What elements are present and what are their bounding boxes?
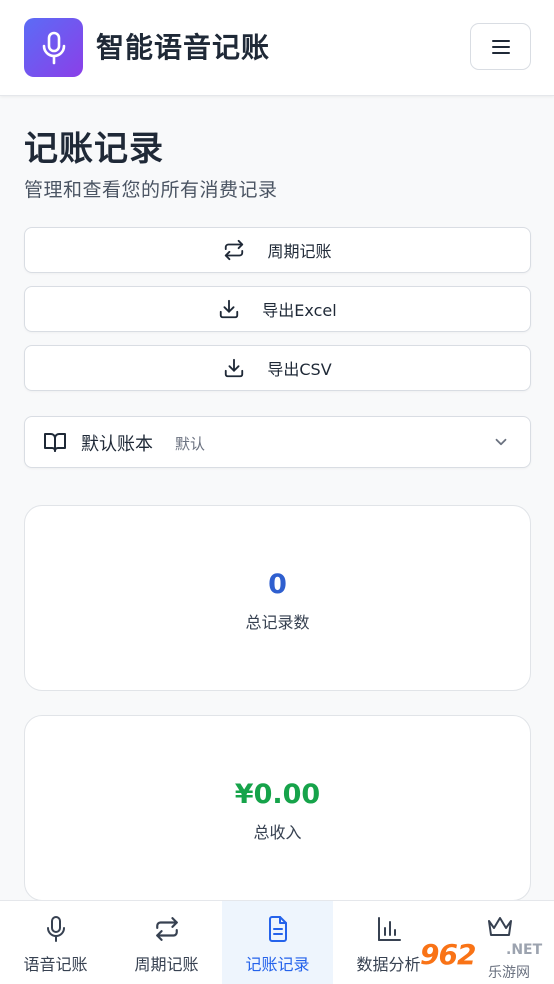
nav-recurring-bookkeeping-label: 周期记账 — [134, 955, 199, 974]
download-icon — [220, 299, 239, 319]
nav-voice-bookkeeping[interactable]: 语音记账 — [0, 901, 111, 984]
page-title: 记账记录 — [24, 129, 164, 169]
export-excel-label: 导出Excel — [262, 301, 337, 320]
export-csv-label: 导出CSV — [267, 360, 332, 379]
nav-records-label: 记账记录 — [245, 955, 310, 974]
watermark-suffix: .NET — [506, 942, 543, 958]
total-records-value: 0 — [268, 569, 287, 600]
page-subtitle: 管理和查看您的所有消费记录 — [24, 179, 278, 201]
document-icon — [268, 916, 287, 942]
microphone-icon — [42, 31, 65, 64]
book-icon — [44, 433, 66, 452]
app-logo — [24, 18, 83, 77]
nav-records[interactable]: 记账记录 — [222, 901, 333, 984]
microphone-icon — [46, 916, 65, 942]
account-book-select[interactable]: 默认账本 默认 — [24, 416, 531, 468]
crown-icon — [487, 917, 512, 936]
hamburger-menu-icon — [491, 39, 510, 54]
total-income-value: ¥0.00 — [234, 779, 321, 810]
total-income-label: 总收入 — [253, 823, 302, 842]
site-watermark: 962 .NET 乐游网 — [420, 938, 550, 982]
account-book-name: 默认账本 — [81, 434, 153, 455]
watermark-number: 962 — [420, 938, 476, 971]
menu-button[interactable] — [470, 23, 531, 70]
watermark-text: 乐游网 — [488, 965, 530, 981]
total-income-card: ¥0.00 总收入 — [24, 715, 531, 901]
total-records-label: 总记录数 — [245, 613, 310, 632]
repeat-icon — [155, 917, 178, 941]
nav-voice-bookkeeping-label: 语音记账 — [23, 955, 88, 974]
download-icon — [225, 358, 244, 378]
recurring-bookkeeping-label: 周期记账 — [267, 242, 332, 261]
account-book-tag: 默认 — [175, 435, 206, 453]
nav-recurring-bookkeeping[interactable]: 周期记账 — [111, 901, 222, 984]
top-header: 智能语音记账 — [0, 0, 554, 96]
recurring-bookkeeping-button[interactable]: 周期记账 — [24, 227, 531, 273]
total-records-card: 0 总记录数 — [24, 505, 531, 691]
export-csv-button[interactable]: 导出CSV — [24, 345, 531, 391]
app-title: 智能语音记账 — [96, 31, 271, 64]
chevron-down-icon — [495, 438, 507, 446]
repeat-icon — [225, 239, 244, 261]
export-excel-button[interactable]: 导出Excel — [24, 286, 531, 332]
bar-chart-icon — [377, 917, 401, 941]
